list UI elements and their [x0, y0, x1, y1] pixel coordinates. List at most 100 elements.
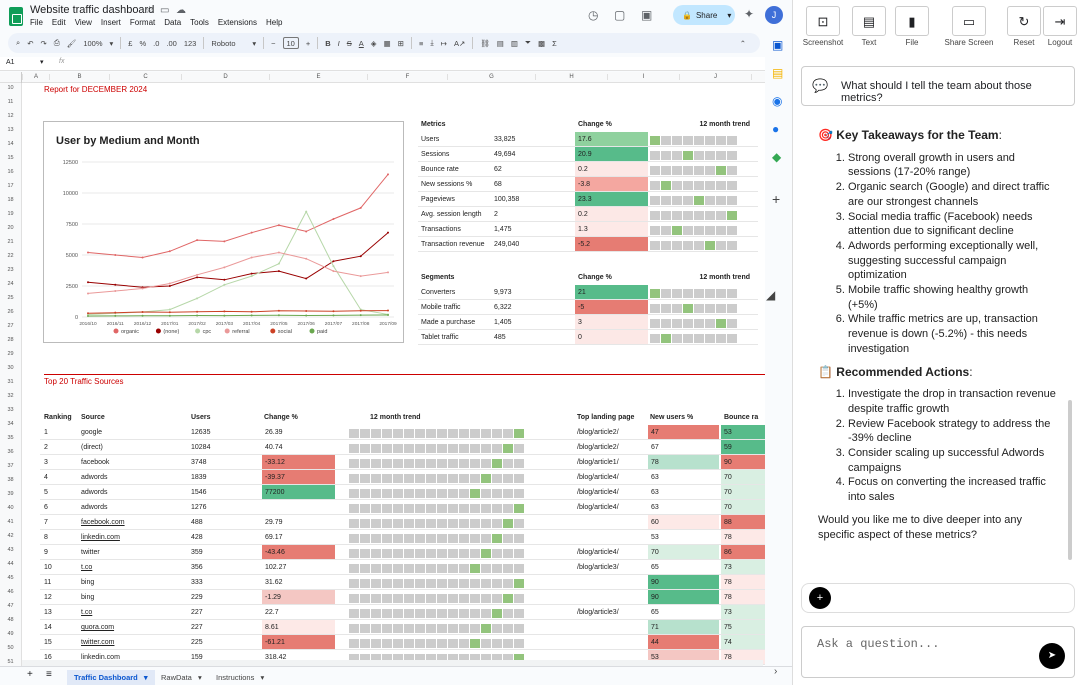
collapse-toolbar-icon[interactable]: ⌃: [740, 39, 746, 48]
keep-icon[interactable]: ▤: [772, 66, 783, 80]
row-header[interactable]: 50: [0, 645, 21, 651]
meet-icon[interactable]: ▣: [641, 8, 652, 22]
menu-item-extensions[interactable]: Extensions: [218, 18, 257, 27]
redo-icon[interactable]: ↷: [41, 39, 47, 48]
row-header[interactable]: 41: [0, 519, 21, 525]
folder-icon[interactable]: ▭: [160, 5, 169, 16]
column-header[interactable]: A: [22, 74, 49, 80]
row-header[interactable]: 40: [0, 505, 21, 511]
line-chart[interactable]: User by Medium and Month 12500 10000 7500 50…: [43, 121, 404, 343]
row-header[interactable]: 27: [0, 323, 21, 329]
share-button[interactable]: 🔒 Share ▾: [673, 5, 735, 25]
menu-item-format[interactable]: Format: [130, 18, 155, 27]
row-header[interactable]: 30: [0, 365, 21, 371]
sheet-tab-traffic-dashboard[interactable]: Traffic Dashboard ▾: [67, 670, 155, 685]
print-icon[interactable]: ⎙: [54, 38, 60, 48]
row-header[interactable]: 47: [0, 603, 21, 609]
menu-item-help[interactable]: Help: [266, 18, 282, 27]
row-header[interactable]: 25: [0, 295, 21, 301]
row-header[interactable]: 22: [0, 253, 21, 259]
row-header[interactable]: 14: [0, 141, 21, 147]
tasks-icon[interactable]: ◉: [772, 94, 782, 108]
column-header[interactable]: D: [181, 74, 269, 80]
share-screen-button[interactable]: ▭: [952, 6, 986, 36]
paint-format-icon[interactable]: 🖌: [67, 39, 77, 48]
gemini-icon[interactable]: ✦: [744, 7, 754, 21]
chevron-right-icon[interactable]: ›: [774, 666, 777, 677]
history-icon[interactable]: ◷: [588, 8, 598, 22]
sheet-tab-rawdata[interactable]: RawData ▾: [154, 670, 209, 685]
select-all-corner[interactable]: [0, 72, 22, 83]
zoom-select[interactable]: 100%: [83, 39, 102, 48]
contacts-icon[interactable]: ●: [772, 122, 779, 136]
logout-button[interactable]: ⇥: [1043, 6, 1077, 36]
column-header[interactable]: J: [679, 74, 751, 80]
source-cell[interactable]: facebook.com: [81, 515, 181, 530]
row-header[interactable]: 21: [0, 239, 21, 245]
row-header[interactable]: 23: [0, 267, 21, 273]
name-box[interactable]: A1: [6, 59, 15, 66]
row-header[interactable]: 26: [0, 309, 21, 315]
sheet-grid[interactable]: Report for DECEMBER 2024 User by Medium …: [22, 83, 765, 666]
row-header[interactable]: 42: [0, 533, 21, 539]
font-size-decrease[interactable]: −: [271, 39, 275, 48]
row-header[interactable]: 15: [0, 155, 21, 161]
link-icon[interactable]: ⛓: [480, 39, 490, 48]
percent-button[interactable]: %: [139, 39, 146, 48]
row-header[interactable]: 19: [0, 211, 21, 217]
font-size-increase[interactable]: +: [306, 39, 310, 48]
currency-button[interactable]: £: [128, 39, 132, 48]
column-header[interactable]: H: [535, 74, 607, 80]
row-header[interactable]: 44: [0, 561, 21, 567]
add-sheet-icon[interactable]: +: [27, 669, 33, 680]
italic-icon[interactable]: I: [338, 39, 340, 48]
font-select[interactable]: Roboto: [211, 39, 245, 48]
row-header[interactable]: 51: [0, 659, 21, 665]
filter-icon[interactable]: ⏷: [525, 38, 531, 48]
row-header[interactable]: 24: [0, 281, 21, 287]
file-button[interactable]: ▮: [895, 6, 929, 36]
row-header[interactable]: 13: [0, 127, 21, 133]
insert-comment-icon[interactable]: ▤: [497, 39, 504, 48]
source-cell[interactable]: t.co: [81, 560, 181, 575]
column-header[interactable]: F: [367, 74, 447, 80]
row-header[interactable]: 28: [0, 337, 21, 343]
bold-icon[interactable]: B: [325, 39, 330, 48]
menu-item-file[interactable]: File: [30, 18, 43, 27]
chevron-down-icon[interactable]: ▾: [196, 673, 202, 682]
functions-icon[interactable]: Σ: [552, 39, 557, 48]
row-header[interactable]: 38: [0, 477, 21, 483]
reset-button[interactable]: ↻: [1007, 6, 1041, 36]
row-header[interactable]: 39: [0, 491, 21, 497]
borders-icon[interactable]: ▦: [384, 39, 391, 48]
send-button[interactable]: ➤: [1039, 643, 1065, 669]
row-header[interactable]: 48: [0, 617, 21, 623]
row-header[interactable]: 46: [0, 589, 21, 595]
chevron-down-icon[interactable]: ▾: [142, 673, 148, 682]
row-header[interactable]: 18: [0, 197, 21, 203]
menu-item-edit[interactable]: Edit: [52, 18, 66, 27]
increase-decimal-button[interactable]: .00: [166, 39, 176, 48]
column-header[interactable]: G: [447, 74, 535, 80]
row-header[interactable]: 33: [0, 407, 21, 413]
source-cell[interactable]: t.co: [81, 605, 181, 620]
chevron-down-icon[interactable]: ▾: [727, 11, 731, 20]
column-header[interactable]: C: [109, 74, 181, 80]
maps-icon[interactable]: ◆: [772, 150, 781, 164]
text-rotate-icon[interactable]: A↗: [454, 39, 465, 48]
filter-views-icon[interactable]: ▩: [538, 39, 545, 48]
text-color-icon[interactable]: A: [359, 39, 364, 48]
chevron-down-icon[interactable]: ▾: [40, 58, 44, 66]
row-header[interactable]: 11: [0, 99, 21, 105]
menu-item-tools[interactable]: Tools: [190, 18, 209, 27]
cloud-icon[interactable]: ☁: [176, 5, 186, 16]
all-sheets-icon[interactable]: ≡: [46, 669, 52, 680]
row-header[interactable]: 29: [0, 351, 21, 357]
column-header[interactable]: B: [49, 74, 109, 80]
menu-item-insert[interactable]: Insert: [101, 18, 121, 27]
add-attachment-button[interactable]: +: [809, 587, 831, 609]
more-formats-button[interactable]: 123: [184, 39, 197, 48]
insert-chart-icon[interactable]: ▥: [511, 39, 518, 48]
decrease-decimal-button[interactable]: .0: [153, 39, 159, 48]
strikethrough-icon[interactable]: S: [347, 39, 352, 48]
